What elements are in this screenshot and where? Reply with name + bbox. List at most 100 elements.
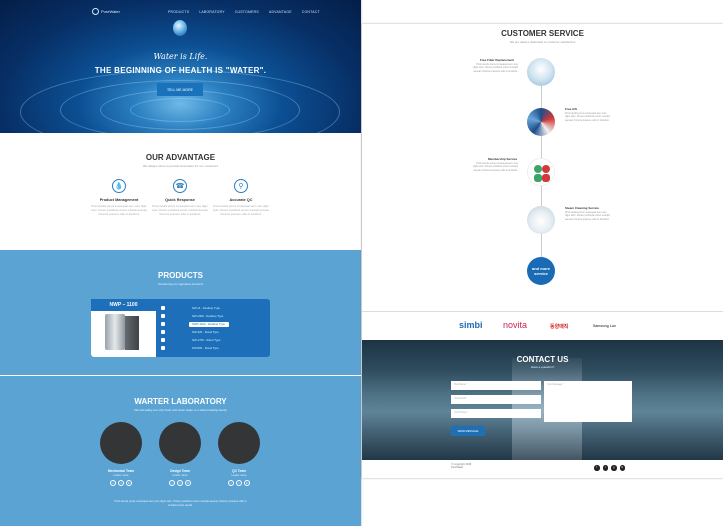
advantage-subtitle: We always strive to provide best water f… <box>142 164 219 168</box>
name-field[interactable]: Your Name * <box>451 381 541 390</box>
facebook-icon[interactable]: f <box>177 480 183 486</box>
advantage-item-name: Accurate QC <box>229 198 253 202</box>
product-row[interactable]: NW-1700 - Stand Type <box>161 336 229 344</box>
email-field[interactable]: Your Email * <box>451 395 541 404</box>
partner-logo[interactable]: Samsung Lux <box>593 324 616 328</box>
footer-brand: PureWater <box>451 466 464 470</box>
lab-title: WARTER LABORATORY <box>134 397 227 406</box>
footer: © Copyright 2015 PureWater f t g in <box>362 460 723 478</box>
product-label: NW-800 - Stand Type <box>192 346 219 350</box>
hero-subtitle: Water is Life. <box>153 52 208 61</box>
filter-image <box>527 58 555 86</box>
service-title: CUSTOMER SERVICE <box>501 29 584 38</box>
member-role: Leader name <box>113 474 129 477</box>
linkedin-icon[interactable]: in <box>619 465 625 471</box>
advantage-item: 💧 Product Management Proin iaculis purus… <box>91 179 147 216</box>
advantage-item: ⚲ Accurate QC Proin iaculis purus conseq… <box>213 179 269 216</box>
phone-field[interactable]: Your Phone * <box>451 409 541 418</box>
technician-image <box>527 108 555 136</box>
more-service-button[interactable]: and more service <box>527 257 555 285</box>
product-radio[interactable] <box>161 322 165 326</box>
google-plus-icon[interactable]: g <box>611 465 617 471</box>
contact-section: CONTACT US Have a question? Your Name * … <box>362 340 723 460</box>
partner-logo[interactable]: simbi <box>459 320 483 330</box>
linkedin-icon[interactable]: in <box>126 480 132 486</box>
message-field[interactable]: Your Message * <box>544 381 632 422</box>
product-row[interactable]: NWP-1100 - Desktop Type <box>161 320 229 328</box>
facebook-icon[interactable]: f <box>594 465 600 471</box>
members-icon-image <box>527 158 555 186</box>
member-socials: t f in <box>217 480 261 486</box>
advantage-item: ☎ Quick Response Proin iaculis purus con… <box>152 179 208 216</box>
product-row[interactable]: NW-11 - Desktop Type <box>161 304 229 312</box>
product-label: NW-11 - Desktop Type <box>192 306 220 310</box>
advantage-item-name: Quick Response <box>165 198 195 202</box>
service-subtitle: We are always dedicated to customer sati… <box>509 40 576 44</box>
product-row[interactable]: NW-800 - Stand Type <box>161 344 229 352</box>
service-item-title: Steam Cleaning Service <box>565 206 600 210</box>
advantage-item-name: Product Management <box>99 198 139 202</box>
top-nav: PRODUCTS LABORATORY CUSTOMERS ADVANTAGE … <box>168 10 320 14</box>
logo-icon <box>92 8 99 15</box>
lab-footer-text: Proin iaculis purus consequat sem cure d… <box>114 500 247 507</box>
avatar <box>159 422 201 464</box>
laboratory-section: WARTER LABORATORY We will safely put onl… <box>0 376 361 526</box>
featured-product-title: NWP – 1100 <box>91 299 156 311</box>
product-label: NW-320 - Stand Type <box>192 330 219 334</box>
left-page: PureWater PRODUCTS LABORATORY CUSTOMERS … <box>0 0 361 526</box>
facebook-icon[interactable]: f <box>118 480 124 486</box>
twitter-icon[interactable]: t <box>228 480 234 486</box>
product-radio[interactable] <box>161 338 165 342</box>
advantage-section: OUR ADVANTAGE We always strive to provid… <box>0 133 361 250</box>
partner-logo[interactable]: novita <box>503 320 527 330</box>
product-radio[interactable] <box>161 314 165 318</box>
team-member: Design Team Leader name t f in <box>158 422 202 486</box>
member-socials: t f in <box>99 480 143 486</box>
twitter-icon[interactable]: t <box>110 480 116 486</box>
member-name: Design Team <box>170 469 190 473</box>
twitter-icon[interactable]: t <box>602 465 608 471</box>
product-radio[interactable] <box>161 346 165 350</box>
tell-me-more-button[interactable]: TELL ME MORE <box>157 83 203 96</box>
product-radio[interactable] <box>161 330 165 334</box>
product-label: NW-1000 - Desktop Type <box>192 314 224 318</box>
product-radio[interactable] <box>161 306 165 310</box>
featured-product-card[interactable]: NWP – 1100 <box>91 299 156 357</box>
product-row[interactable]: NW-1000 - Desktop Type <box>161 312 229 320</box>
nav-item-products[interactable]: PRODUCTS <box>168 10 189 14</box>
twitter-icon[interactable]: t <box>169 480 175 486</box>
product-label-selected: NWP-1100 - Desktop Type <box>189 321 229 327</box>
member-name: QC Team <box>232 469 246 473</box>
linkedin-icon[interactable]: in <box>185 480 191 486</box>
nav-item-customers[interactable]: CUSTOMERS <box>235 10 259 14</box>
service-item-desc: Proin iaculis purus consequat sem cure d… <box>565 112 610 122</box>
service-item-desc: Proin iaculis purus consequat sem cure d… <box>473 63 518 73</box>
water-purifier-side <box>125 316 139 350</box>
nav-item-advantage[interactable]: ADVANTAGE <box>269 10 292 14</box>
team-member: Mechanical Team Leader name t f in <box>99 422 143 486</box>
service-item-title: Free A/S <box>565 107 578 111</box>
logo[interactable]: PureWater <box>92 8 120 15</box>
facebook-icon[interactable]: f <box>236 480 242 486</box>
nav-item-contact[interactable]: CONTACT <box>302 10 320 14</box>
partner-logo[interactable]: 동양매직 <box>550 323 568 330</box>
send-message-button[interactable]: SEND MESSAGE <box>451 426 485 436</box>
footer-copyright: © Copyright 2015 PureWater <box>451 463 471 470</box>
water-drop-image <box>173 20 187 36</box>
contact-subtitle: Have a question? <box>530 365 555 369</box>
linkedin-icon[interactable]: in <box>244 480 250 486</box>
products-title: PRODUCTS <box>158 271 203 280</box>
service-item-title: Free Filter Replacement <box>480 58 515 62</box>
product-row[interactable]: NW-320 - Stand Type <box>161 328 229 336</box>
service-item-desc: Proin iaculis purus consequat sem cure d… <box>473 162 518 172</box>
member-socials: t f in <box>158 480 202 486</box>
nav-item-laboratory[interactable]: LABORATORY <box>199 10 225 14</box>
product-panel: NWP – 1100 NW-11 - Desktop Type NW-1000 … <box>91 299 270 357</box>
service-item-title: Membership Service <box>488 157 518 161</box>
advantage-item-desc: Proin iaculis purus consequat sem cure d… <box>213 204 269 216</box>
service-item-desc: Proin iaculis purus consequat sem cure d… <box>565 211 610 221</box>
footer-socials: f t g in <box>594 465 625 471</box>
water-purifier-image <box>105 314 125 350</box>
advantage-item-desc: Proin iaculis purus consequat sem cure d… <box>152 204 208 216</box>
avatar <box>100 422 142 464</box>
